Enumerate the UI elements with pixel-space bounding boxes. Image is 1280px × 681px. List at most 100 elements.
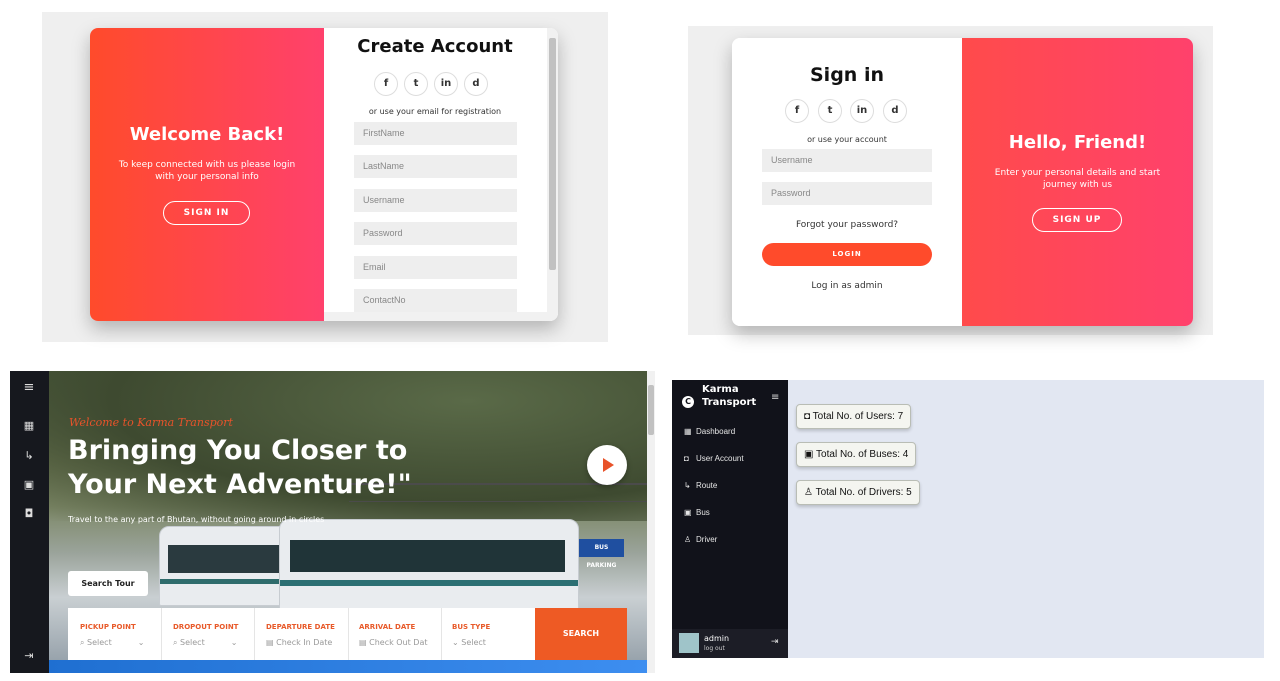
create-account-title: Create Account [357, 36, 513, 57]
dropout-select[interactable]: ⌕ Select ⌄ [173, 638, 237, 648]
pickup-label: PICKUP POINT [80, 623, 136, 631]
logout-icon[interactable]: ⇥ [22, 649, 36, 663]
grid-icon: ▦ [684, 427, 692, 436]
forgot-password-link[interactable]: Forgot your password? [732, 220, 962, 230]
lastname-field[interactable]: LastName [354, 155, 517, 178]
hero-subtext: Travel to the any part of Bhutan, withou… [68, 515, 325, 524]
landing-sidebar: ≡ ▦ ↳ ▣ ◘ ⇥ [10, 371, 49, 673]
scrollbar-thumb[interactable] [648, 385, 654, 435]
linkedin-icon[interactable]: in [850, 99, 874, 123]
hello-overlay: Hello, Friend! Enter your personal detai… [962, 38, 1193, 326]
password-field[interactable]: Password [354, 222, 517, 245]
discord-icon[interactable]: d [464, 72, 488, 96]
headline-line2: Your Next Adventure!" [68, 469, 412, 500]
logout-icon[interactable]: ⇥ [771, 637, 779, 647]
dashboard-sidebar: C Karma Transport ≡ ▦ Dashboard ◘ User Acc… [672, 380, 788, 658]
users-stat-card: ◘ Total No. of Users: 7 [796, 404, 912, 429]
search-tour-button[interactable]: Search Tour [68, 571, 148, 596]
users-icon: ◘ [804, 411, 813, 422]
nav-bus[interactable]: ▣ Bus [684, 508, 710, 517]
firstname-field[interactable]: FirstName [354, 122, 517, 145]
route-icon: ↳ [684, 481, 691, 490]
discord-icon[interactable]: d [883, 99, 907, 123]
nav-user-account[interactable]: ◘ User Account [684, 454, 744, 463]
pickup-value: Select [87, 638, 112, 647]
admin-login-link[interactable]: Log in as admin [732, 281, 962, 291]
login-button[interactable]: LOGIN [762, 243, 932, 266]
username-field[interactable]: Username [762, 149, 932, 172]
vertical-scrollbar[interactable] [647, 371, 655, 673]
nav-route-label: Route [696, 481, 718, 490]
dropout-label: DROPOUT POINT [173, 623, 239, 631]
pickup-select[interactable]: ⌕ Select ⌄ [80, 638, 144, 648]
chevron-down-icon: ⌄ [137, 638, 145, 647]
username-field[interactable]: Username [354, 189, 517, 212]
brand-line1: Karma [702, 384, 739, 395]
bus-icon[interactable]: ▣ [22, 478, 36, 492]
arrival-date-input[interactable]: ▤ Check Out Dat [359, 638, 428, 647]
dashboard-icon[interactable]: ▦ [22, 419, 36, 433]
email-field[interactable]: Email [354, 256, 517, 279]
user-name: admin [704, 634, 730, 643]
nav-driver[interactable]: ♙ Driver [684, 535, 717, 544]
bus-type-value: Select [461, 638, 486, 647]
users-stat-text: Total No. of Users: 7 [812, 411, 904, 422]
linkedin-icon[interactable]: in [434, 72, 458, 96]
bus-icon: ▣ [684, 508, 692, 517]
facebook-icon[interactable]: f [785, 99, 809, 123]
menu-icon[interactable]: ≡ [22, 381, 36, 395]
sign-up-button[interactable]: SIGN UP [1032, 208, 1122, 232]
drivers-stat-card: ♙ Total No. of Drivers: 5 [796, 480, 920, 505]
bus-icon: ▣ [804, 449, 817, 460]
fence-wire [349, 501, 647, 502]
search-icon: ⌕ [80, 638, 88, 647]
nav-dashboard[interactable]: ▦ Dashboard [684, 427, 735, 436]
chevron-down-icon: ⌄ [452, 638, 462, 647]
dashboard-screenshot: C Karma Transport ≡ ▦ Dashboard ◘ User Acc… [672, 380, 1264, 658]
arrival-value: Check Out Dat [369, 638, 428, 647]
horizontal-scrollbar[interactable] [324, 312, 547, 321]
signin-form: Sign in f t in d or use your account Use… [732, 38, 962, 326]
bus-image [279, 519, 579, 611]
bus-windows [290, 540, 565, 572]
play-video-button[interactable] [587, 445, 627, 485]
nav-driver-label: Driver [696, 535, 718, 544]
route-icon[interactable]: ↳ [22, 449, 36, 463]
divider [441, 608, 442, 660]
buses-stat-text: Total No. of Buses: 4 [816, 449, 909, 460]
departure-label: DEPARTURE DATE [266, 623, 335, 631]
departure-date-input[interactable]: ▤ Check In Date [266, 638, 332, 647]
user-icon[interactable]: ◘ [22, 507, 36, 521]
collapse-menu-icon[interactable]: ≡ [771, 392, 779, 403]
welcome-text: To keep connected with us please login w… [118, 160, 296, 182]
scrollbar-thumb[interactable] [549, 38, 556, 270]
contactno-field[interactable]: ContactNo [354, 289, 517, 312]
divider [161, 608, 162, 660]
nav-user-account-label: User Account [696, 454, 744, 463]
divider [348, 608, 349, 660]
nav-route[interactable]: ↳ Route [684, 481, 717, 490]
dropout-value: Select [180, 638, 205, 647]
bus-type-select[interactable]: ⌄ Select [452, 638, 486, 647]
arrival-label: ARRIVAL DATE [359, 623, 416, 631]
drivers-stat-text: Total No. of Drivers: 5 [815, 487, 912, 498]
brand-line2: Transport [702, 397, 757, 408]
sign-in-button[interactable]: SIGN IN [163, 201, 250, 225]
logout-link[interactable]: log out [704, 645, 725, 652]
nav-dashboard-label: Dashboard [696, 427, 736, 436]
welcome-title: Welcome Back! [129, 124, 285, 145]
create-account-form: Create Account f t in d or use your emai… [324, 28, 558, 321]
headline-line1: Bringing You Closer to [68, 435, 408, 466]
buses-stat-card: ▣ Total No. of Buses: 4 [796, 442, 917, 467]
parking-sign: BUS PARKING [579, 539, 624, 569]
twitter-icon[interactable]: t [818, 99, 842, 123]
calendar-icon: ▤ [266, 638, 277, 647]
booking-form: PICKUP POINT ⌕ Select ⌄ DROPOUT POINT ⌕ S… [68, 608, 535, 660]
nav-bus-label: Bus [696, 508, 710, 517]
twitter-icon[interactable]: t [404, 72, 428, 96]
facebook-icon[interactable]: f [374, 72, 398, 96]
brand-logo-icon: C [682, 396, 694, 408]
search-button[interactable]: SEARCH [535, 608, 627, 660]
vertical-scrollbar[interactable] [547, 28, 558, 321]
password-field[interactable]: Password [762, 182, 932, 205]
